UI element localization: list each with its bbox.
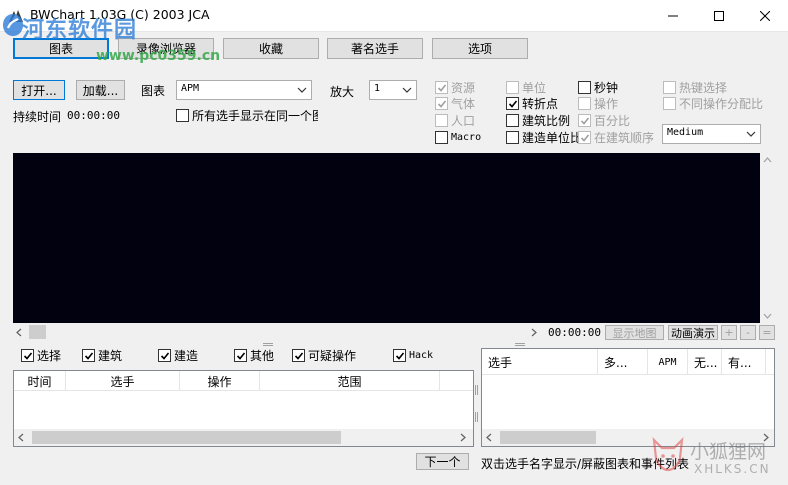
arrow-left-icon[interactable] [18,433,24,442]
actions-checkbox[interactable]: 操作 [578,96,618,111]
scroll-thumb[interactable] [32,431,341,444]
filter-suspicious-checkbox[interactable]: 可疑操作 [292,348,356,363]
next-button[interactable]: 下一个 [416,453,469,470]
filter-train-checkbox[interactable]: 建造 [158,348,198,363]
diff-action-ratio-checkbox[interactable]: 不同操作分配比 [663,96,763,111]
column-header-apm[interactable]: APM [648,349,688,375]
column-header-time[interactable]: 时间 [14,371,66,391]
column-header-has[interactable]: 有... [722,349,766,375]
chart-type-value: APM [181,83,200,94]
minimize-icon [668,15,678,16]
chevron-down-icon [402,87,412,93]
column-header-range[interactable]: 范围 [260,371,440,391]
chart-type-label: 图表 [141,84,166,98]
tab-favorites[interactable]: 收藏 [223,38,319,59]
column-header-player[interactable]: 选手 [482,349,598,375]
open-button[interactable]: 打开... [13,80,65,100]
splitter-grip[interactable] [475,385,478,395]
tab-options[interactable]: 选项 [432,38,528,59]
quality-value: Medium [667,127,704,138]
load-button[interactable]: 加载... [76,80,125,100]
build-order-checkbox[interactable]: 在建筑顺序 [578,130,660,145]
site-watermark: 河东软件园 [22,18,138,43]
reset-zoom-button[interactable]: = [759,325,775,340]
all-players-same-chart-checkbox[interactable]: 所有选手显示在同一个图 [176,108,318,123]
site-watermark-url: www.pc0359.cn [96,48,221,64]
quality-select[interactable]: Medium [662,124,761,144]
chart-vertical-scrollbar[interactable] [760,153,775,323]
close-icon [760,10,770,21]
population-checkbox[interactable]: 人口 [435,113,475,128]
fox-logo-icon [652,437,684,472]
animate-button[interactable]: 动画演示 [668,325,718,340]
build-ratio-checkbox[interactable]: 建筑比例 [506,113,570,128]
actions-list[interactable]: 时间 选手 操作 范围 [13,370,474,447]
filter-hack-checkbox[interactable]: Hack [393,348,433,363]
zoom-value: 1 [374,83,381,94]
column-header-none[interactable]: 无... [688,349,722,375]
filter-select-checkbox[interactable]: 选择 [21,348,61,363]
splitter-grip[interactable] [475,412,478,422]
splitter-grip[interactable] [263,343,273,346]
show-map-button[interactable]: 显示地图 [605,325,664,340]
tab-famous-players[interactable]: 著名选手 [327,38,423,59]
site-watermark-logo [2,13,24,37]
zoom-out-button[interactable]: - [740,325,756,340]
chevron-down-icon [297,87,307,93]
scroll-thumb[interactable] [500,431,596,444]
arrow-up-icon[interactable] [763,157,772,163]
zoom-select[interactable]: 1 [369,80,417,100]
macro-checkbox[interactable]: Macro [435,130,481,145]
playback-time: 00:00:00 [548,326,601,339]
turning-points-checkbox[interactable]: 转折点 [506,96,558,111]
arrow-down-icon[interactable] [763,313,772,319]
column-header-player[interactable]: 选手 [66,371,180,391]
corner-watermark: 小狐狸网 XHLKS.CN [650,432,780,482]
filter-other-checkbox[interactable]: 其他 [234,348,274,363]
units-checkbox[interactable]: 单位 [506,80,546,95]
column-header-multi[interactable]: 多... [598,349,648,375]
arrow-left-icon[interactable] [486,433,492,442]
percent-checkbox[interactable]: 百分比 [578,113,630,128]
players-list-header: 选手 多... APM 无... 有... [482,349,774,375]
arrow-right-icon[interactable] [531,328,537,337]
chart-canvas[interactable] [13,153,760,323]
maximize-button[interactable] [696,0,742,31]
seconds-checkbox[interactable]: 秒钟 [578,80,618,95]
arrow-right-icon[interactable] [460,433,466,442]
chevron-down-icon [746,131,756,137]
actions-list-header: 时间 选手 操作 范围 [14,371,473,391]
duration-value: 00:00:00 [67,109,120,122]
column-header-extra[interactable] [440,371,473,391]
filter-build-checkbox[interactable]: 建筑 [82,348,122,363]
resources-checkbox[interactable]: 资源 [435,80,475,95]
chart-horizontal-scrollbar[interactable] [13,324,543,340]
arrow-left-icon[interactable] [16,328,22,337]
gas-checkbox[interactable]: 气体 [435,96,475,111]
scroll-thumb[interactable] [29,325,46,339]
actions-list-horizontal-scrollbar[interactable] [14,429,473,446]
zoom-label: 放大 [330,85,355,99]
zoom-in-button[interactable]: + [721,325,737,340]
minimize-button[interactable] [650,0,696,31]
corner-watermark-name: 小狐狸网 [690,441,767,463]
hotkey-select-checkbox[interactable]: 热键选择 [663,80,727,95]
maximize-icon [714,10,724,21]
build-units-checkbox[interactable]: 建造单位比 [506,130,578,145]
splitter-grip[interactable] [515,343,525,346]
corner-watermark-url: XHLKS.CN [694,462,771,476]
close-button[interactable] [742,0,788,31]
duration-label: 持续时间 [13,110,62,124]
column-header-action[interactable]: 操作 [180,371,260,391]
chart-type-select[interactable]: APM [176,80,312,100]
